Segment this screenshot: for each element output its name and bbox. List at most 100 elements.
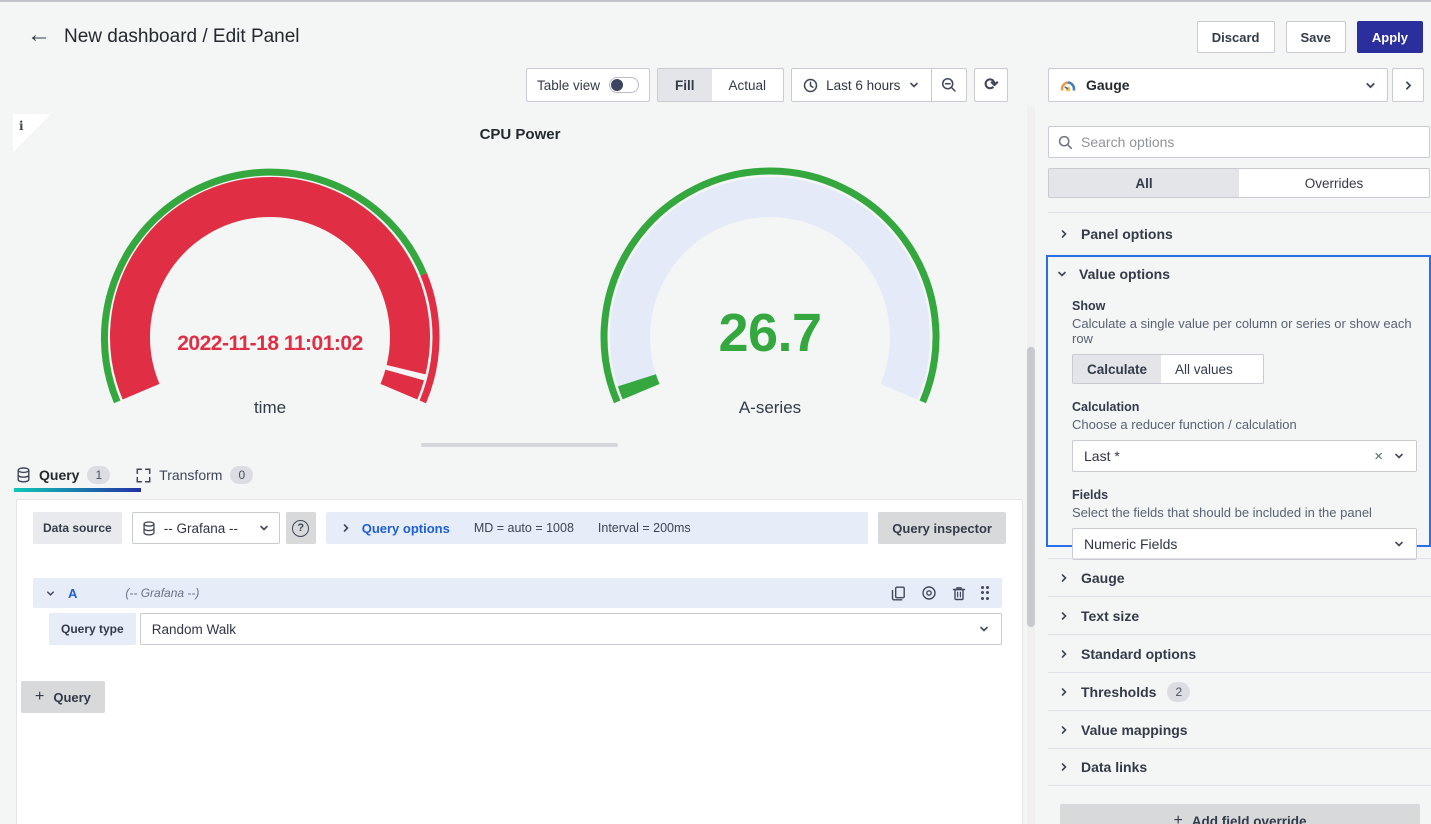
collapsed-sections: Gauge Text size Standard options Thresho…: [1048, 558, 1431, 786]
section-label: Data links: [1081, 759, 1147, 775]
query-ref-id: A: [68, 586, 77, 601]
query-type-row: Query type Random Walk: [49, 613, 1002, 645]
apply-button[interactable]: Apply: [1357, 21, 1423, 53]
query-row-datasource: (-- Grafana --): [125, 586, 199, 600]
tab-overrides[interactable]: Overrides: [1239, 169, 1429, 197]
add-field-override-button[interactable]: + Add field override: [1060, 804, 1420, 824]
option-calculate[interactable]: Calculate: [1073, 355, 1161, 383]
hide-query-button[interactable]: [921, 585, 937, 601]
datasource-help-button[interactable]: ?: [286, 512, 316, 544]
value-options-body: Show Calculate a single value per column…: [1048, 291, 1429, 560]
chevron-right-icon: [1402, 79, 1415, 92]
collapse-options-pane-button[interactable]: [1392, 68, 1424, 102]
calculation-value: Last *: [1084, 448, 1374, 464]
query-options-bar[interactable]: Query options MD = auto = 1008 Interval …: [326, 512, 869, 544]
section-gauge[interactable]: Gauge: [1048, 558, 1431, 596]
collapse-chevron-icon: [45, 588, 56, 599]
panel-resize-handle[interactable]: [421, 443, 618, 447]
chevron-right-icon: [1058, 228, 1070, 240]
chevron-right-icon: [1058, 648, 1070, 660]
table-view-toggle[interactable]: [609, 77, 639, 93]
drag-query-handle[interactable]: [981, 586, 991, 601]
actual-option[interactable]: Actual: [712, 69, 784, 101]
back-arrow-icon[interactable]: ←: [24, 22, 54, 48]
max-data-points-value: MD = auto = 1008: [474, 521, 574, 535]
chevron-down-icon: [1393, 538, 1405, 550]
top-bar: ← New dashboard / Edit Panel Discard Sav…: [0, 2, 1431, 66]
discard-button[interactable]: Discard: [1197, 21, 1275, 53]
section-text-size[interactable]: Text size: [1048, 596, 1431, 634]
datasource-select[interactable]: -- Grafana --: [132, 512, 280, 544]
add-query-label: Query: [53, 690, 91, 705]
visualization-name: Gauge: [1086, 77, 1355, 93]
chevron-down-icon: [978, 623, 990, 635]
datasource-value: -- Grafana --: [164, 521, 250, 536]
tab-all[interactable]: All: [1049, 169, 1239, 197]
chevron-down-icon: [258, 522, 270, 534]
visualization-picker[interactable]: Gauge: [1048, 68, 1388, 102]
section-value-options: Value options Show Calculate a single va…: [1046, 255, 1431, 547]
option-all-values[interactable]: All values: [1161, 355, 1247, 383]
gauge-value: 26.7: [570, 302, 970, 364]
chevron-right-icon: [340, 522, 352, 534]
show-label: Show: [1072, 299, 1417, 313]
breadcrumb: New dashboard / Edit Panel: [64, 26, 300, 48]
editor-tabs: Query 1 Transform 0: [16, 460, 253, 490]
value-options-header[interactable]: Value options: [1048, 257, 1429, 291]
query-row-header[interactable]: A (-- Grafana --): [33, 578, 1002, 608]
clear-icon[interactable]: ×: [1374, 448, 1383, 465]
fill-option[interactable]: Fill: [658, 69, 712, 101]
query-type-value: Random Walk: [152, 622, 978, 637]
chevron-right-icon: [1058, 572, 1070, 584]
database-icon: [16, 467, 31, 483]
gauge-arc: [570, 152, 970, 426]
interval-value: Interval = 200ms: [598, 521, 691, 535]
section-thresholds[interactable]: Thresholds 2: [1048, 672, 1431, 710]
panel-toolbar: Table view Fill Actual Last 6 hours ⟳: [526, 68, 1008, 102]
tab-query[interactable]: Query 1: [16, 466, 110, 484]
table-view-label: Table view: [537, 78, 600, 93]
clock-icon: [803, 78, 818, 93]
calculation-select[interactable]: Last * ×: [1072, 440, 1417, 472]
chevron-right-icon: [1058, 610, 1070, 622]
refresh-button[interactable]: ⟳: [974, 68, 1008, 102]
fields-label: Fields: [1072, 488, 1417, 502]
zoom-out-button[interactable]: [932, 77, 966, 93]
fields-select[interactable]: Numeric Fields: [1072, 528, 1417, 560]
section-data-links[interactable]: Data links: [1048, 748, 1431, 786]
query-count-badge: 1: [87, 466, 110, 484]
save-button[interactable]: Save: [1286, 21, 1346, 53]
query-inspector-button[interactable]: Query inspector: [878, 512, 1006, 544]
chevron-down-icon: [1364, 79, 1377, 92]
section-label: Text size: [1081, 608, 1139, 624]
refresh-icon: ⟳: [984, 75, 998, 95]
all-overrides-tabs: All Overrides: [1048, 168, 1430, 198]
chevron-right-icon: [1058, 761, 1070, 773]
tab-transform[interactable]: Transform 0: [136, 466, 253, 484]
time-range-label: Last 6 hours: [826, 78, 900, 93]
datasource-label: Data source: [33, 512, 122, 544]
calculation-label: Calculation: [1072, 400, 1417, 414]
section-label: Gauge: [1081, 570, 1125, 586]
duplicate-query-button[interactable]: [891, 586, 906, 601]
drag-handle-icon: [981, 586, 991, 601]
time-range-button[interactable]: Last 6 hours: [792, 69, 931, 101]
search-input[interactable]: [1081, 134, 1420, 150]
datasource-row: Data source -- Grafana -- ? Query option…: [33, 512, 1006, 544]
section-standard-options[interactable]: Standard options: [1048, 634, 1431, 672]
add-query-button[interactable]: + Query: [21, 681, 105, 713]
section-panel-options[interactable]: Panel options: [1048, 212, 1431, 255]
delete-query-button[interactable]: [952, 586, 966, 601]
editor-scrollbar-thumb[interactable]: [1027, 347, 1035, 627]
table-view-control: Table view: [526, 68, 650, 102]
calculation-description: Choose a reducer function / calculation: [1072, 417, 1417, 432]
search-icon: [1058, 135, 1073, 150]
section-label: Panel options: [1081, 226, 1173, 242]
grafana-edit-panel: ← New dashboard / Edit Panel Discard Sav…: [0, 0, 1431, 824]
query-type-select[interactable]: Random Walk: [140, 613, 1002, 645]
editor-scrollbar-track[interactable]: [1027, 106, 1035, 824]
transform-icon: [136, 468, 151, 483]
fields-description: Select the fields that should be include…: [1072, 505, 1417, 520]
section-value-mappings[interactable]: Value mappings: [1048, 710, 1431, 748]
trash-icon: [952, 586, 966, 601]
